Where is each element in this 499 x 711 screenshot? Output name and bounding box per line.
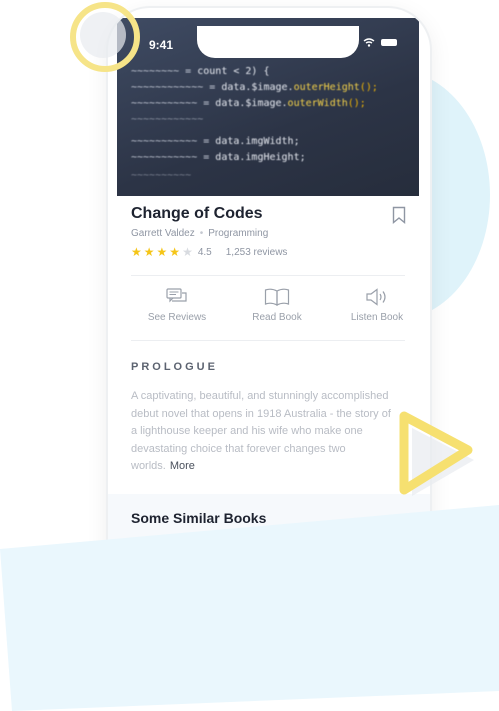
divider bbox=[131, 275, 405, 276]
divider bbox=[131, 340, 405, 341]
star-icon: ★ bbox=[156, 245, 168, 259]
review-count[interactable]: 1,253 reviews bbox=[226, 247, 288, 258]
speaker-icon bbox=[366, 288, 386, 306]
code-line: ~~~~~~~~~~~ = data.imgWidth; bbox=[131, 136, 300, 147]
signal-icon bbox=[346, 38, 357, 47]
decorative-yellow-ring bbox=[70, 2, 140, 72]
star-empty-icon: ★ bbox=[182, 245, 193, 259]
listen-book-label: Listen Book bbox=[350, 312, 404, 323]
listen-book-button[interactable]: Listen Book bbox=[327, 288, 427, 323]
wifi-icon bbox=[363, 38, 375, 47]
see-reviews-label: See Reviews bbox=[147, 312, 207, 323]
code-line: ~~~~~~~~~~~~ = data.$image.outerHeight()… bbox=[131, 82, 378, 93]
code-line: ~~~~~~~~~~ bbox=[131, 170, 192, 181]
meta-separator: • bbox=[199, 228, 204, 239]
star-icon: ★ bbox=[131, 245, 142, 259]
code-line: ~~~~~~~~~~~ = data.imgHeight; bbox=[131, 152, 306, 163]
read-book-label: Read Book bbox=[252, 312, 302, 323]
bookmark-icon[interactable] bbox=[392, 206, 406, 224]
book-title: Change of Codes bbox=[131, 205, 263, 222]
code-line: ~~~~~~~~~~~ = data.$image.outerWidth(); bbox=[131, 98, 366, 109]
status-icons bbox=[346, 38, 397, 47]
book-meta: Garrett Valdez • Programming bbox=[131, 228, 268, 239]
reviews-icon bbox=[166, 288, 187, 303]
book-genre[interactable]: Programming bbox=[208, 228, 268, 239]
star-icon: ★ bbox=[143, 245, 155, 259]
see-reviews-button[interactable]: See Reviews bbox=[127, 288, 227, 323]
rating-row: ★ ★ ★ ★ ★ 4.5 1,253 reviews bbox=[131, 245, 287, 259]
prologue-text: A captivating, beautiful, and stunningly… bbox=[131, 388, 399, 476]
status-time: 9:41 bbox=[149, 38, 174, 52]
read-book-button[interactable]: Read Book bbox=[227, 288, 327, 323]
book-icon bbox=[264, 288, 290, 306]
rating-value: 4.5 bbox=[197, 246, 212, 258]
code-line: ~~~~~~~~~~~~ bbox=[131, 114, 204, 125]
decorative-blue-shape bbox=[0, 505, 499, 711]
more-link[interactable]: More bbox=[170, 460, 195, 472]
star-icon: ★ bbox=[169, 245, 181, 259]
book-cover-image: ~~~~~~~~ = count < 2) { ~~~~~~~~~~~~ = d… bbox=[117, 18, 419, 196]
code-line: ~~~~~~~~ = count < 2) { bbox=[131, 66, 270, 77]
book-author[interactable]: Garrett Valdez bbox=[131, 228, 195, 239]
phone-notch bbox=[197, 26, 359, 58]
decorative-play-triangle bbox=[399, 411, 474, 496]
battery-icon bbox=[381, 39, 397, 46]
action-bar: See Reviews Read Book Listen Book bbox=[117, 288, 419, 338]
prologue-heading: PROLOGUE bbox=[131, 361, 218, 373]
